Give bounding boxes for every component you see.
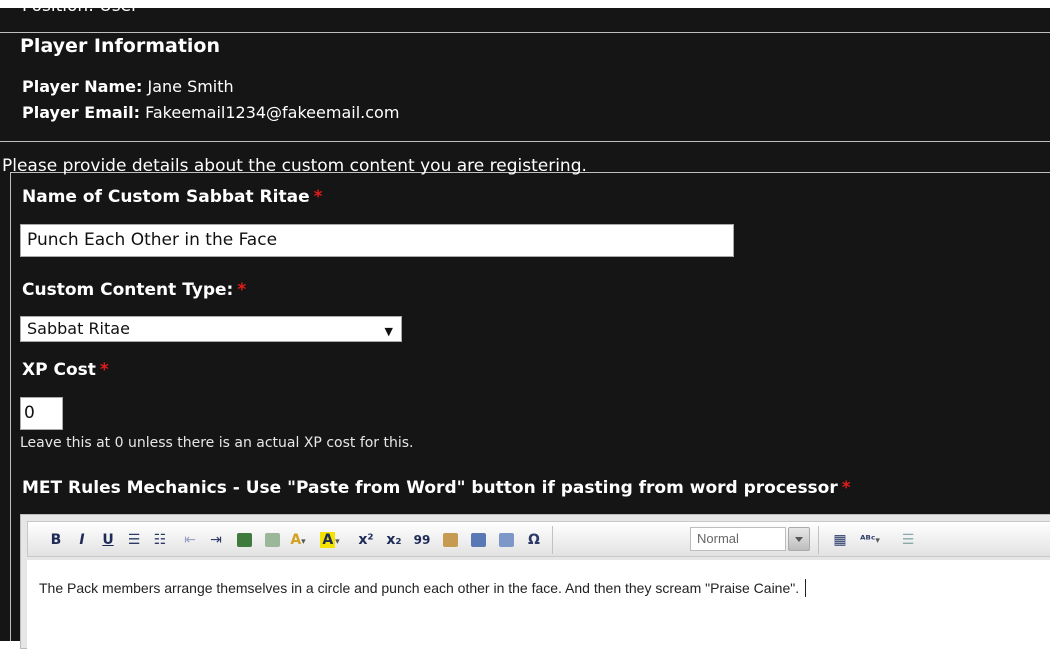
ritae-name-input[interactable]: Punch Each Other in the Face xyxy=(20,224,734,257)
background-color-icon[interactable]: A ▾ xyxy=(318,528,342,552)
toolbar-separator xyxy=(818,526,819,554)
fieldset-top-border xyxy=(0,32,1050,33)
link-icon[interactable] xyxy=(232,528,256,552)
rich-text-editor: B I U ☰ ☷ ⇤ ⇥ A▾ A ▾ x² x₂ 99 Ω Normal ▦ … xyxy=(20,514,1050,650)
cut-off-heading: Position: User xyxy=(22,0,139,16)
player-email-value: Fakeemail1234@fakeemail.com xyxy=(145,103,400,122)
toolbar-separator xyxy=(552,526,553,554)
unlink-icon[interactable] xyxy=(260,528,284,552)
numbered-list-icon[interactable]: ☷ xyxy=(148,528,172,552)
bold-button[interactable]: B xyxy=(44,528,68,552)
intro-text: Please provide details about the custom … xyxy=(2,156,587,176)
blockquote-button[interactable]: 99 xyxy=(410,528,434,552)
xp-hint: Leave this at 0 unless there is an actua… xyxy=(20,435,414,451)
text-color-icon[interactable]: A▾ xyxy=(286,528,310,552)
player-name-label: Player Name: xyxy=(22,77,143,96)
bulleted-list-icon[interactable]: ☰ xyxy=(122,528,146,552)
italic-button[interactable]: I xyxy=(70,528,94,552)
xp-cost-input[interactable]: 0 xyxy=(20,397,63,430)
mechanics-text: The Pack members arrange themselves in a… xyxy=(39,580,800,596)
mechanics-field-label: MET Rules Mechanics - Use "Paste from Wo… xyxy=(22,478,851,498)
player-name-line: Player Name: Jane Smith xyxy=(22,77,234,96)
required-marker: * xyxy=(99,360,109,380)
content-type-value: Sabbat Ritae xyxy=(27,319,130,338)
spellcheck-icon[interactable]: ᴬᴮᶜ▾ xyxy=(858,528,882,552)
content-type-select[interactable]: Sabbat Ritae ▼ xyxy=(20,316,402,342)
required-marker: * xyxy=(237,280,247,300)
type-field-label: Custom Content Type: * xyxy=(22,280,246,300)
superscript-button[interactable]: x² xyxy=(354,528,378,552)
content-fieldset-left-border xyxy=(10,172,11,641)
player-email-label: Player Email: xyxy=(22,103,141,122)
fieldset-divider xyxy=(0,141,1050,142)
player-info-legend: Player Information xyxy=(18,35,223,57)
required-marker: * xyxy=(313,187,323,207)
name-field-label-text: Name of Custom Sabbat Ritae xyxy=(22,187,310,207)
xp-field-label: XP Cost * xyxy=(22,360,109,380)
indent-icon[interactable]: ⇥ xyxy=(204,528,228,552)
player-email-line: Player Email: Fakeemail1234@fakeemail.co… xyxy=(22,103,399,122)
editor-toolbar: B I U ☰ ☷ ⇤ ⇥ A▾ A ▾ x² x₂ 99 Ω Normal ▦ … xyxy=(27,521,1050,557)
xp-field-label-text: XP Cost xyxy=(22,360,96,380)
name-field-label: Name of Custom Sabbat Ritae * xyxy=(22,187,323,207)
form-panel: Position: User Player Information Player… xyxy=(0,0,1050,650)
table-icon[interactable]: ▦ xyxy=(828,528,852,552)
paste-text-icon[interactable] xyxy=(438,528,462,552)
type-field-label-text: Custom Content Type: xyxy=(22,280,234,300)
mechanics-field-label-text: MET Rules Mechanics - Use "Paste from Wo… xyxy=(22,478,838,498)
dropdown-arrow-icon: ▼ xyxy=(384,325,393,338)
format-select[interactable]: Normal xyxy=(690,527,786,551)
paste-from-word-icon[interactable] xyxy=(466,528,490,552)
required-marker: * xyxy=(841,478,851,498)
underline-button[interactable]: U xyxy=(96,528,120,552)
remove-format-icon[interactable] xyxy=(494,528,518,552)
text-caret xyxy=(805,579,807,597)
subscript-button[interactable]: x₂ xyxy=(382,528,406,552)
format-dropdown-icon[interactable] xyxy=(788,527,810,551)
special-character-button[interactable]: Ω xyxy=(522,528,546,552)
horizontal-rule-icon[interactable]: ☰ xyxy=(896,528,920,552)
player-name-value: Jane Smith xyxy=(147,77,234,96)
outdent-icon[interactable]: ⇤ xyxy=(178,528,202,552)
editor-content[interactable]: The Pack members arrange themselves in a… xyxy=(27,560,1050,650)
